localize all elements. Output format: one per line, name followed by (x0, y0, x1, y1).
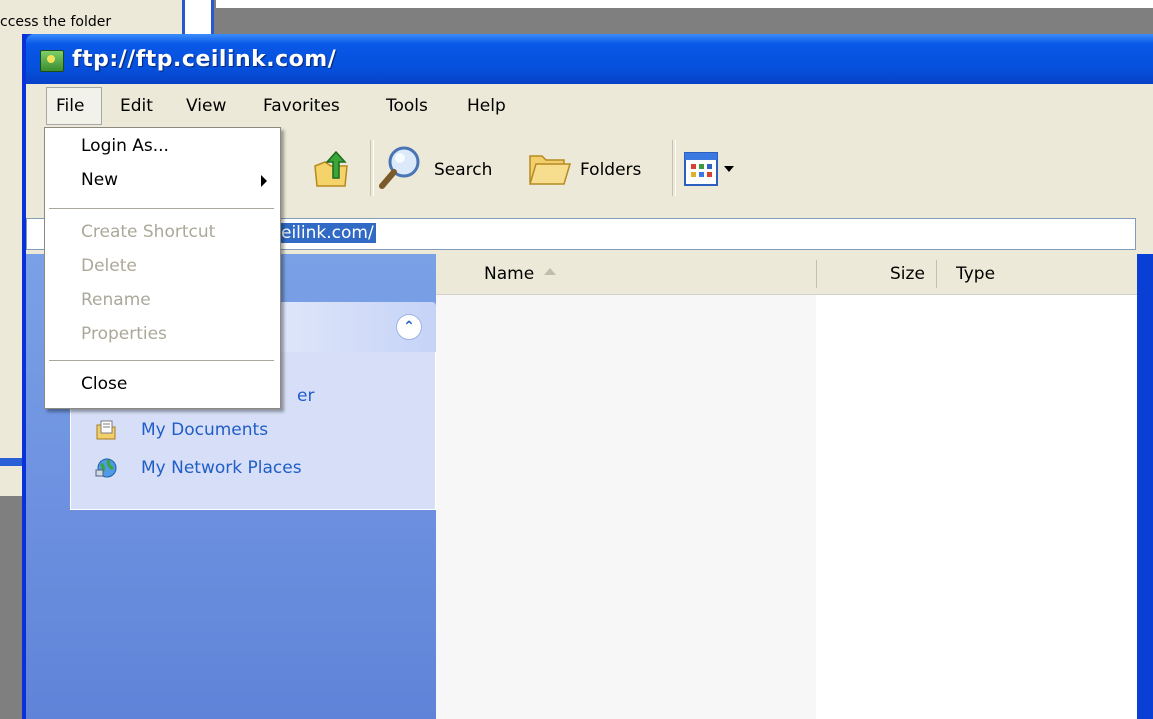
menu-item-new[interactable]: New (81, 170, 118, 190)
menu-help[interactable]: Help (467, 96, 506, 116)
folders-label: Folders (580, 160, 642, 180)
file-menu-dropdown: Login As... New Create Shortcut Delete R… (44, 127, 281, 409)
menu-favorites[interactable]: Favorites (263, 96, 340, 116)
menu-separator (49, 360, 274, 361)
chevron-down-icon (724, 166, 734, 172)
background-window-top (216, 0, 1153, 8)
menu-item-rename: Rename (81, 290, 151, 310)
menu-view[interactable]: View (186, 96, 226, 116)
menu-item-create-shortcut: Create Shortcut (81, 222, 216, 242)
column-header-size[interactable]: Size (890, 264, 925, 284)
my-network-places-label: My Network Places (141, 458, 302, 478)
file-list[interactable]: Name Size Type (436, 254, 1137, 719)
search-icon (379, 146, 420, 189)
title-bar[interactable]: ftp://ftp.ceilink.com/ (26, 34, 1153, 84)
search-label: Search (434, 160, 493, 180)
column-header-name[interactable]: Name (484, 264, 534, 284)
ftp-folder-icon (40, 50, 64, 72)
toolbar-separator (672, 140, 676, 196)
menu-item-login-as[interactable]: Login As... (81, 136, 169, 156)
folders-icon (528, 155, 572, 185)
my-documents-label: My Documents (141, 420, 269, 440)
menu-edit[interactable]: Edit (120, 96, 153, 116)
column-divider[interactable] (816, 260, 817, 288)
other-places-partial-item[interactable]: er (297, 386, 314, 406)
menu-item-close[interactable]: Close (81, 374, 127, 394)
collapse-chevron-icon[interactable]: ⌃ (396, 314, 422, 340)
menu-item-delete: Delete (81, 256, 137, 276)
column-header-bar: Name Size Type (436, 254, 1137, 295)
background-window-text: ccess the folder (0, 14, 112, 30)
toolbar-separator (370, 140, 374, 196)
submenu-arrow-icon (261, 175, 267, 187)
network-globe-icon (95, 458, 117, 478)
views-button[interactable] (684, 152, 754, 188)
sort-ascending-icon (544, 268, 556, 275)
menu-file[interactable]: File (56, 96, 84, 116)
column-divider[interactable] (936, 260, 937, 288)
menu-separator (49, 208, 274, 209)
menu-tools[interactable]: Tools (386, 96, 428, 116)
address-text: eilink.com/ (279, 223, 376, 243)
column-header-type[interactable]: Type (956, 264, 995, 284)
name-column-background (436, 295, 816, 719)
up-folder-button[interactable] (311, 148, 353, 190)
window-title: ftp://ftp.ceilink.com/ (72, 47, 337, 72)
search-button[interactable]: Search (378, 144, 504, 194)
up-folder-icon (314, 150, 348, 187)
menu-item-properties: Properties (81, 324, 167, 344)
views-icon (684, 152, 718, 186)
folders-button[interactable]: Folders (526, 144, 656, 194)
my-documents-icon (96, 420, 116, 440)
menu-bar: File Edit View Favorites Tools Help (26, 84, 1153, 129)
